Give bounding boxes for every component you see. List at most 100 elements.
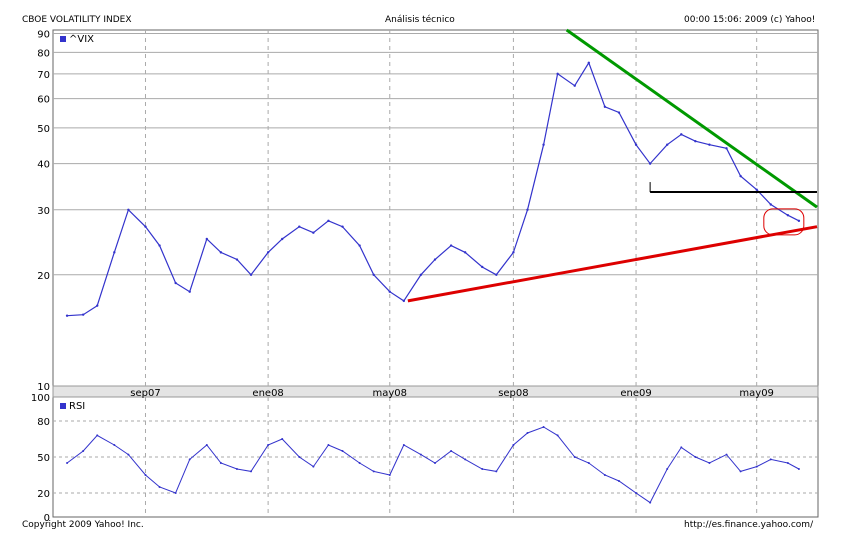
copyright-text: Copyright 2009 Yahoo! Inc.	[22, 520, 144, 530]
rsi-data-point	[769, 458, 772, 461]
rsi-data-point	[419, 453, 422, 456]
rsi-data-point	[556, 434, 559, 437]
x-tick-label: may08	[373, 388, 408, 399]
main-y-tick-label: 80	[37, 48, 50, 59]
vix-data-point	[725, 147, 728, 150]
vix-data-point	[556, 72, 559, 76]
rsi-data-point	[603, 474, 606, 476]
vix-data-point	[449, 244, 453, 247]
rsi-y-tick-label: 50	[37, 453, 50, 464]
rsi-data-point	[388, 474, 391, 476]
vix-data-point	[358, 244, 361, 247]
rsi-data-point	[358, 462, 361, 464]
x-tick-label: sep07	[130, 388, 160, 399]
vix-data-point	[113, 251, 116, 254]
rsi-data-point	[312, 465, 315, 468]
rsi-data-point	[281, 438, 284, 440]
vix-data-point	[587, 61, 591, 64]
x-tick-label: may09	[739, 388, 774, 399]
rsi-data-point	[680, 446, 683, 449]
rsi-data-point	[617, 480, 620, 482]
rsi-data-point	[649, 501, 652, 504]
vix-data-point	[219, 251, 223, 254]
vix-data-point	[235, 258, 239, 261]
vix-data-point	[312, 231, 315, 234]
vix-data-point	[769, 203, 772, 206]
main-y-tick-label: 30	[37, 206, 50, 217]
rsi-data-point	[341, 450, 344, 452]
vix-data-point	[144, 225, 147, 228]
vix-data-point	[81, 313, 85, 316]
vix-data-point	[419, 273, 423, 277]
rsi-data-point	[526, 432, 529, 434]
rsi-data-point	[205, 444, 208, 446]
rsi-data-point	[113, 444, 116, 446]
vix-data-point	[96, 304, 99, 307]
x-tick-label: ene08	[252, 388, 283, 399]
rsi-data-point	[402, 444, 405, 446]
rsi-data-point	[786, 462, 789, 464]
rsi-data-point	[66, 462, 69, 464]
rsi-data-point	[219, 462, 222, 464]
vix-data-point	[495, 273, 498, 277]
rsi-data-point	[158, 486, 161, 488]
vix-data-point	[127, 208, 130, 211]
main-y-tick-label: 20	[37, 271, 50, 282]
rsi-data-point	[127, 453, 130, 456]
rsi-data-point	[144, 474, 147, 476]
main-y-tick-label: 50	[37, 124, 50, 135]
rsi-data-point	[464, 458, 467, 461]
vix-data-point	[205, 237, 209, 241]
vix-data-point	[542, 143, 545, 146]
rsi-data-point	[739, 470, 742, 473]
vix-data-point	[797, 219, 801, 223]
vix-data-point	[174, 281, 177, 285]
vix-data-point	[526, 208, 529, 211]
rsi-data-point	[188, 458, 191, 461]
vix-data-point	[481, 265, 484, 269]
vix-data-point	[512, 251, 515, 254]
vix-data-point	[708, 143, 711, 146]
rsi-data-point	[694, 456, 697, 458]
rsi-data-point	[755, 465, 758, 468]
vix-legend-label: ^VIX	[69, 34, 94, 45]
x-axis-band	[52, 385, 819, 398]
rsi-data-point	[666, 468, 669, 470]
main-y-tick-label: 40	[37, 160, 50, 171]
rsi-data-point	[481, 468, 484, 470]
rsi-data-point	[542, 426, 545, 428]
vix-data-point	[666, 143, 669, 146]
x-tick-label: ene09	[620, 388, 651, 399]
x-tick-label: sep08	[498, 388, 528, 399]
source-url: http://es.finance.yahoo.com/	[684, 520, 814, 530]
vix-data-point	[680, 133, 683, 136]
rsi-data-point	[327, 444, 330, 446]
vix-legend-swatch	[60, 36, 66, 42]
vix-data-point	[372, 273, 375, 277]
rsi-y-tick-label: 100	[31, 393, 50, 404]
rsi-data-point	[82, 450, 85, 452]
rsi-y-tick-label: 80	[37, 417, 50, 428]
main-y-tick-label: 90	[37, 30, 50, 41]
main-y-tick-label: 70	[37, 70, 50, 81]
vix-data-point	[158, 244, 161, 247]
vix-data-point	[648, 162, 652, 165]
vix-data-point	[266, 251, 270, 254]
rsi-data-point	[512, 444, 515, 446]
vix-data-point	[786, 214, 790, 217]
rsi-data-point	[495, 470, 498, 473]
rsi-data-point	[372, 470, 375, 473]
vix-data-point	[188, 290, 191, 293]
chart-canvas: 1020304050607080900205080100 sep07 ene08 ma…	[31, 28, 819, 524]
vix-data-point	[755, 188, 758, 191]
vix-data-point	[249, 273, 253, 277]
vix-data-point	[388, 290, 391, 293]
rsi-data-point	[235, 468, 238, 470]
vix-data-point	[739, 174, 742, 178]
vix-data-point	[402, 299, 406, 303]
rsi-data-point	[587, 462, 590, 464]
rsi-data-point	[708, 462, 711, 464]
vix-data-point	[65, 314, 69, 317]
rsi-data-point	[725, 453, 728, 456]
vix-data-point	[603, 105, 607, 108]
